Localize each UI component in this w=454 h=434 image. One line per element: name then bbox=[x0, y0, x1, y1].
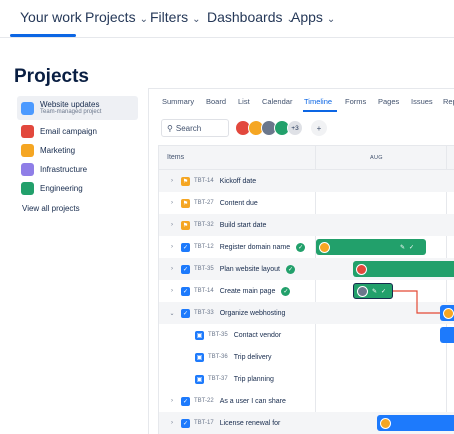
nav-dashboards[interactable]: Dashboards ⌄ bbox=[207, 9, 295, 25]
nav-apps-label: Apps bbox=[291, 9, 323, 25]
chevron-down-icon: ⌄ bbox=[192, 14, 201, 25]
tab-forms[interactable]: Forms bbox=[345, 97, 366, 106]
sidebar-item-label: Marketing bbox=[40, 145, 76, 155]
tab-reports[interactable]: Rep bbox=[443, 97, 454, 106]
tab-issues[interactable]: Issues bbox=[411, 97, 433, 106]
chevron-down-icon: ⌄ bbox=[326, 14, 336, 25]
search-input[interactable]: ⚲ Search bbox=[161, 119, 229, 137]
nav-active-indicator bbox=[10, 34, 76, 37]
search-icon: ⚲ bbox=[167, 123, 173, 133]
top-navigation: Your work Projects ⌄ Filters ⌄ Dashboards ⌄… bbox=[0, 0, 454, 38]
timeline-grid: Items AUG › ⚑ TBT-14 Kickoff date › ⚑ TBT-27 C… bbox=[158, 145, 454, 434]
engineering-project-icon bbox=[21, 181, 34, 195]
add-user-icon: + bbox=[316, 123, 322, 133]
tab-list[interactable]: List bbox=[238, 97, 250, 106]
sidebar-item-label: Engineering bbox=[40, 183, 83, 193]
nav-dashboards-label: Dashboards bbox=[207, 9, 283, 25]
sidebar-item-website-updates[interactable]: Website updates Team-managed project bbox=[17, 96, 138, 120]
infrastructure-project-icon bbox=[21, 162, 34, 176]
tab-pages[interactable]: Pages bbox=[378, 97, 399, 106]
dependency-path bbox=[393, 290, 440, 314]
nav-filters-label: Filters bbox=[150, 9, 189, 25]
tab-timeline[interactable]: Timeline bbox=[304, 97, 332, 106]
page-title: Projects bbox=[14, 66, 89, 87]
nav-filters[interactable]: Filters ⌄ bbox=[150, 9, 201, 25]
tab-calendar[interactable]: Calendar bbox=[262, 97, 292, 106]
email-project-icon bbox=[21, 124, 34, 138]
project-main-panel: Summary Board List Calendar Timeline For… bbox=[148, 88, 454, 434]
dependency-line bbox=[393, 290, 440, 314]
website-project-icon bbox=[21, 101, 34, 115]
sidebar-item-sublabel: Team-managed project bbox=[40, 109, 102, 116]
tab-active-indicator bbox=[303, 110, 337, 112]
sidebar-item-engineering[interactable]: Engineering bbox=[17, 177, 138, 199]
sidebar-item-label: Infrastructure bbox=[40, 164, 88, 174]
search-placeholder: Search bbox=[175, 123, 202, 133]
chevron-down-icon: ⌄ bbox=[139, 14, 148, 25]
tab-board[interactable]: Board bbox=[206, 97, 226, 106]
sidebar-item-label: Website updates bbox=[40, 99, 100, 109]
avatar-more-count[interactable]: +3 bbox=[287, 120, 303, 136]
tab-summary[interactable]: Summary bbox=[162, 97, 194, 106]
nav-projects-label: Projects bbox=[85, 9, 136, 25]
nav-apps[interactable]: Apps ⌄ bbox=[291, 9, 335, 25]
view-all-projects-link[interactable]: View all projects bbox=[22, 204, 80, 213]
nav-projects[interactable]: Projects ⌄ bbox=[85, 9, 148, 25]
nav-your-work[interactable]: Your work bbox=[20, 9, 82, 25]
marketing-project-icon bbox=[21, 143, 34, 157]
project-tabs: Summary Board List Calendar Timeline For… bbox=[149, 97, 454, 112]
sidebar-item-label: Email campaign bbox=[40, 126, 97, 136]
add-people-button[interactable]: + bbox=[311, 120, 327, 136]
